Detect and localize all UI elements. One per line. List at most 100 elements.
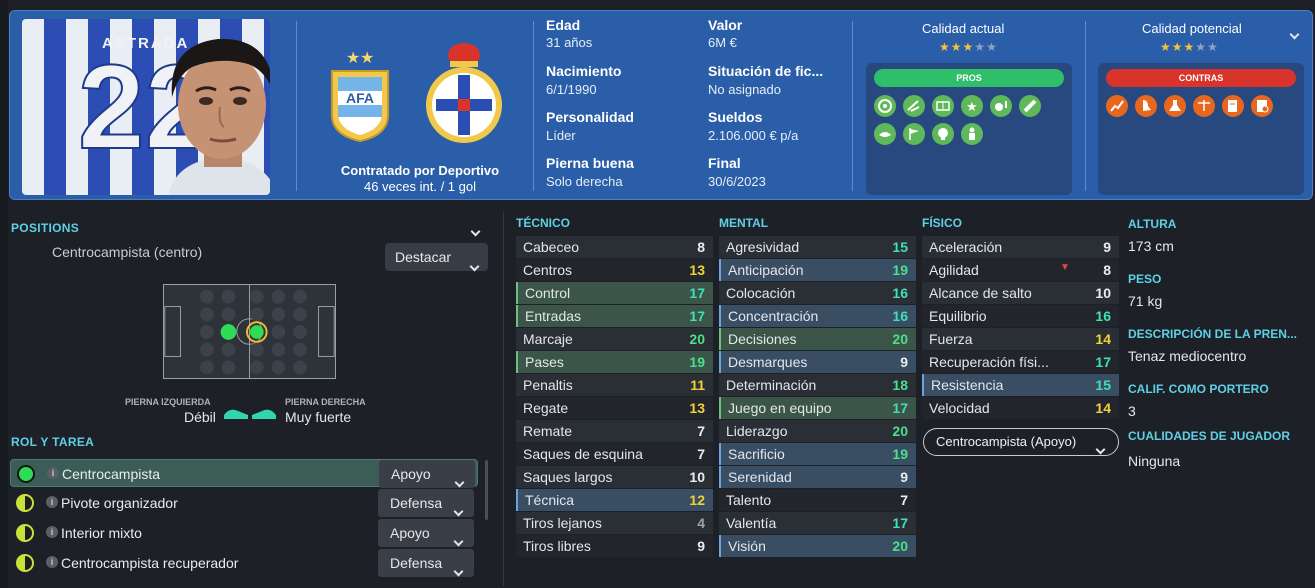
attribute-row[interactable]: Técnica 12 [516, 489, 713, 511]
attribute-row[interactable]: Pases 19 [516, 351, 713, 373]
attribute-row[interactable]: Agresividad 15 [719, 236, 916, 258]
highlight-dropdown[interactable]: Destacar [385, 243, 488, 272]
left-foot-label: PIERNA IZQUIERDA [125, 397, 211, 407]
attribute-name: Alcance de salto [929, 285, 1032, 301]
attribute-row[interactable]: Liderazgo 20 [719, 420, 916, 442]
duty-label: Defensa [390, 495, 443, 511]
role-select-dropdown[interactable]: Centrocampista (Apoyo) [923, 428, 1119, 456]
highlight-label: Destacar [395, 249, 452, 265]
foot-icon[interactable] [1135, 95, 1157, 117]
attribute-value: 7 [697, 446, 705, 462]
pitch-icon[interactable] [932, 95, 954, 117]
flag-icon[interactable] [903, 123, 925, 145]
attribute-name: Visión [728, 538, 766, 554]
role-row[interactable]: i Centrocampista Apoyo [10, 459, 478, 488]
personality-value: Líder [546, 128, 576, 143]
chevron-down-icon[interactable] [470, 222, 481, 240]
bandage-icon[interactable] [1019, 95, 1041, 117]
roles-scrollbar[interactable] [485, 460, 488, 520]
attribute-row[interactable]: Determinación 18 [719, 374, 916, 396]
attribute-value: 8 [1103, 262, 1111, 278]
attribute-row[interactable]: Control 17 [516, 282, 713, 304]
attribute-row[interactable]: Valentía 17 [719, 512, 916, 534]
star-filled-icon: ★ [939, 40, 951, 54]
attribute-row[interactable]: Centros 13 [516, 259, 713, 281]
attribute-row[interactable]: Resistencia 15 [922, 374, 1119, 396]
info-icon[interactable]: i [47, 467, 59, 479]
attribute-name: Saques de esquina [523, 446, 643, 462]
star-empty-icon: ★ [974, 40, 987, 54]
attribute-row[interactable]: Penaltis 11 [516, 374, 713, 396]
attribute-row[interactable]: Visión 20 [719, 535, 916, 557]
brain-icon[interactable] [932, 123, 954, 145]
star-icon[interactable]: ★ [961, 95, 983, 117]
attribute-row[interactable]: Equilibrio 16 [922, 305, 1119, 327]
scales-icon[interactable] [1193, 95, 1215, 117]
attribute-row[interactable]: Saques largos 10 [516, 466, 713, 488]
chevron-down-icon [453, 556, 464, 584]
attribute-row[interactable]: Sacrificio 19 [719, 443, 916, 465]
chevron-down-icon [469, 251, 480, 279]
attribute-row[interactable]: Regate 13 [516, 397, 713, 419]
info-icon[interactable]: i [46, 526, 58, 538]
attribute-row[interactable]: Concentración 16 [719, 305, 916, 327]
attribute-row[interactable]: Velocidad 14 [922, 397, 1119, 419]
attribute-row[interactable]: Colocación 16 [719, 282, 916, 304]
attribute-row[interactable]: Talento 7 [719, 489, 916, 511]
attribute-row[interactable]: Serenidad 9 [719, 466, 916, 488]
attribute-row[interactable]: Fuerza 14 [922, 328, 1119, 350]
argentina-badge: ★ ★ AFA [331, 50, 389, 143]
attribute-row[interactable]: Remate 7 [516, 420, 713, 442]
target-icon[interactable] [874, 95, 896, 117]
right-foot-label: PIERNA DERECHA [285, 397, 366, 407]
attribute-value: 9 [900, 469, 908, 485]
attribute-row[interactable]: Tiros libres 9 [516, 535, 713, 557]
attribute-value: 17 [892, 400, 908, 416]
role-row[interactable]: i Centrocampista recuperador Defensa [10, 549, 478, 577]
duty-dropdown[interactable]: Apoyo [379, 460, 475, 488]
player-icon[interactable] [961, 123, 983, 145]
attribute-name: Pases [525, 354, 564, 370]
duty-dropdown[interactable]: Apoyo [378, 519, 474, 547]
pros-header: PROS [874, 69, 1064, 87]
attribute-row[interactable]: Cabeceo 8 [516, 236, 713, 258]
trend-icon[interactable] [1106, 95, 1128, 117]
ball-alert-icon[interactable] [990, 95, 1012, 117]
attribute-row[interactable]: Saques de esquina 7 [516, 443, 713, 465]
attribute-row[interactable]: Anticipación 19 [719, 259, 916, 281]
player-face-image [168, 38, 270, 195]
personality-label: Personalidad [546, 109, 634, 125]
attribute-row[interactable]: Desmarques 9 [719, 351, 916, 373]
cross-boot-icon[interactable] [903, 95, 925, 117]
attribute-row[interactable]: Aceleración 9 [922, 236, 1119, 258]
attribute-row[interactable]: Recuperación físi... 17 [922, 351, 1119, 373]
attribute-row[interactable]: Agilidad 8 ▼ [922, 259, 1119, 281]
contract-end-label: Final [708, 155, 741, 171]
attribute-name: Velocidad [929, 400, 990, 416]
attribute-row[interactable]: Juego en equipo 17 [719, 397, 916, 419]
divider [533, 21, 534, 191]
chevron-down-icon[interactable] [1289, 25, 1300, 43]
duty-dropdown[interactable]: Defensa [378, 549, 474, 577]
attribute-row[interactable]: Tiros lejanos 4 [516, 512, 713, 534]
info-icon[interactable]: i [46, 496, 58, 508]
duty-dropdown[interactable]: Defensa [378, 489, 474, 517]
role-row[interactable]: i Interior mixto Apoyo [10, 519, 478, 547]
attribute-value: 14 [1095, 331, 1111, 347]
info-icon[interactable]: i [46, 556, 58, 568]
cons-header: CONTRAS [1106, 69, 1296, 87]
flask-icon[interactable] [1164, 95, 1186, 117]
role-row[interactable]: i Pivote organizador Defensa [10, 489, 478, 517]
attribute-value: 8 [697, 239, 705, 255]
attribute-row[interactable]: Decisiones 20 [719, 328, 916, 350]
position-name: Centrocampista (centro) [52, 244, 203, 260]
document-icon[interactable] [1251, 95, 1273, 117]
notes-icon[interactable] [1222, 95, 1244, 117]
attribute-row[interactable]: Alcance de salto 10 [922, 282, 1119, 304]
handshake-icon[interactable] [874, 123, 896, 145]
attribute-name: Desmarques [728, 354, 808, 370]
attribute-value: 14 [1095, 400, 1111, 416]
attribute-name: Recuperación físi... [929, 354, 1049, 370]
attribute-row[interactable]: Entradas 17 [516, 305, 713, 327]
attribute-row[interactable]: Marcaje 20 [516, 328, 713, 350]
